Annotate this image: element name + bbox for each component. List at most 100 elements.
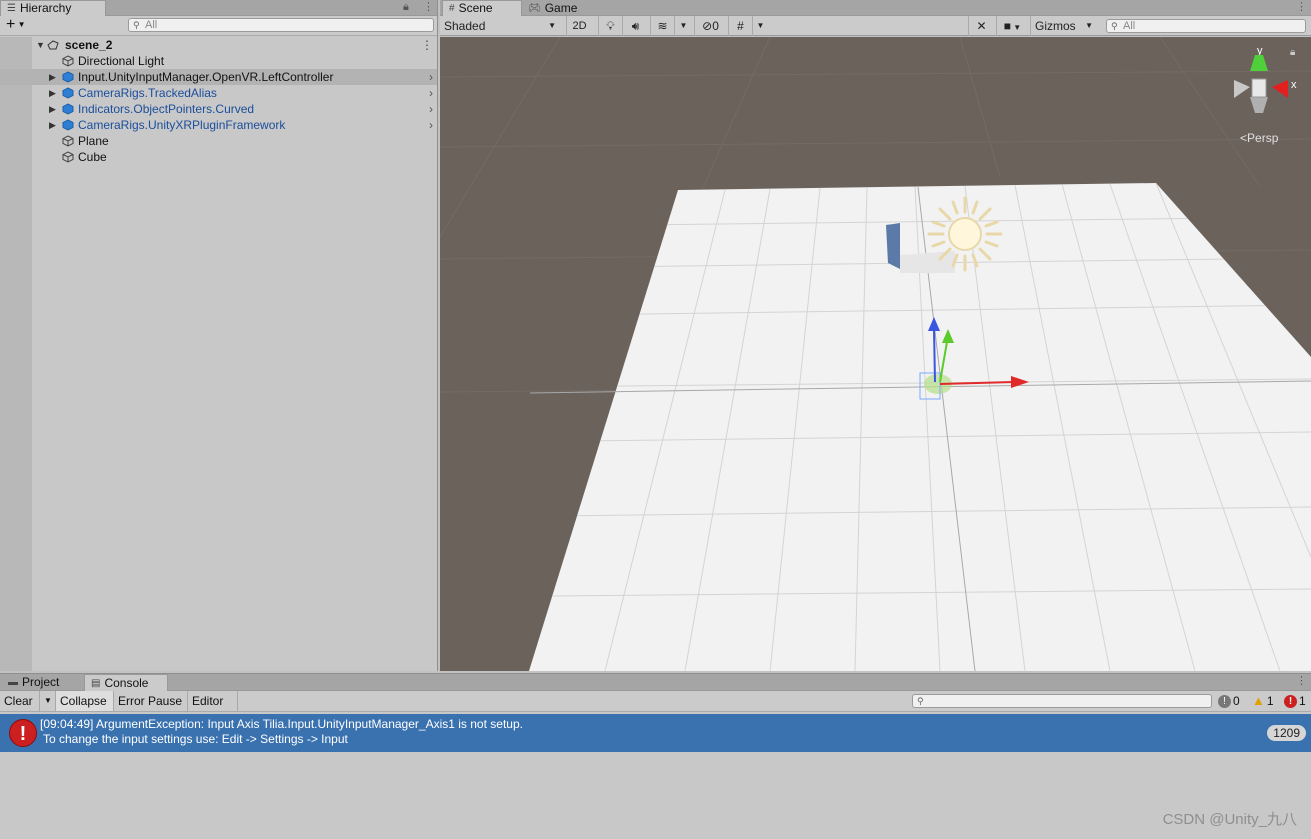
hierarchy-item[interactable]: Directional Light	[0, 53, 437, 69]
effects-dropdown[interactable]: ▼	[674, 16, 692, 36]
console-log-entry[interactable]: ! [09:04:49] ArgumentException: Input Ax…	[0, 714, 1311, 752]
hierarchy-tree: ▼ scene_2 ⋮ Directional Light ▶ Input.Un…	[0, 37, 437, 671]
hierarchy-item-label: Directional Light	[78, 54, 165, 68]
error-pause-label: Error Pause	[118, 694, 183, 708]
error-filter-toggle[interactable]: ! 1	[1284, 693, 1306, 709]
scene-viewport[interactable]: y x <Persp 🔒︎	[440, 37, 1311, 671]
tab-scene[interactable]: # Scene	[442, 0, 522, 16]
tab-hierarchy[interactable]: ☰ Hierarchy	[0, 0, 106, 16]
lock-icon[interactable]: 🔒︎	[403, 0, 409, 16]
tab-console[interactable]: ▤ Console	[84, 674, 168, 691]
camera-button[interactable]: ■ ▼	[996, 16, 1028, 36]
sun-icon[interactable]	[927, 196, 1003, 272]
grid-toggle-button[interactable]: #	[728, 16, 752, 36]
hierarchy-item[interactable]: Cube	[0, 149, 437, 165]
search-icon: ⚲	[917, 696, 924, 706]
tools-button[interactable]: ✕	[968, 16, 994, 36]
prefab-icon	[62, 103, 74, 115]
hierarchy-item-label: Input.UnityInputManager.OpenVR.LeftContr…	[78, 70, 334, 84]
lock-icon[interactable]: 🔒︎	[1290, 47, 1295, 58]
projection-toggle[interactable]: <Persp	[1240, 131, 1278, 145]
expand-arrow-icon[interactable]: ▶	[49, 85, 56, 101]
chevron-right-icon[interactable]: ›	[429, 101, 433, 117]
gizmos-dropdown[interactable]: Gizmos ▼	[1030, 16, 1096, 36]
log-message: [09:04:49] ArgumentException: Input Axis…	[40, 717, 523, 731]
audio-toggle-button[interactable]: 🔊︎	[622, 16, 648, 36]
speaker-icon: 🔊︎	[631, 19, 640, 33]
hierarchy-search-input[interactable]: ⚲ All	[128, 18, 434, 32]
hidden-objects-toggle[interactable]: ⊘0	[694, 16, 726, 36]
hierarchy-toolbar: + ▼ ⚲ All	[0, 16, 437, 36]
search-placeholder: All	[1123, 20, 1136, 32]
gameobject-icon	[62, 135, 74, 147]
layers-icon: ≋	[657, 19, 668, 33]
chevron-right-icon[interactable]: ›	[429, 117, 433, 133]
grid-icon: #	[449, 3, 455, 14]
expand-arrow-icon[interactable]: ▶	[49, 117, 56, 133]
gameobject-icon	[62, 151, 74, 163]
hierarchy-item[interactable]: ▶ CameraRigs.UnityXRPluginFramework ›	[0, 117, 437, 133]
unity-scene-icon	[47, 40, 59, 50]
info-count: 0	[1233, 694, 1240, 708]
chevron-down-icon: ▼	[548, 21, 556, 30]
chevron-right-icon[interactable]: ›	[429, 85, 433, 101]
chevron-right-icon[interactable]: ›	[429, 69, 433, 85]
expand-arrow-icon[interactable]: ▶	[49, 101, 56, 117]
tab-project-label: Project	[22, 674, 60, 689]
2d-toggle-button[interactable]: 2D	[566, 16, 592, 36]
add-button[interactable]: + ▼	[6, 17, 25, 33]
error-pause-toggle[interactable]: Error Pause	[114, 691, 188, 711]
clear-label: Clear	[4, 694, 33, 708]
axis-cube-icon[interactable]	[1230, 51, 1300, 131]
hierarchy-item-label: Indicators.ObjectPointers.Curved	[78, 102, 255, 116]
tab-game[interactable]: 🎮︎ Game	[522, 0, 592, 16]
error-icon: !	[9, 719, 37, 747]
scene-name: scene_2	[65, 38, 113, 52]
chevron-down-icon: ▼	[1011, 23, 1022, 32]
shading-mode-value: Shaded	[444, 19, 486, 33]
scene-more-icon[interactable]: ⋮	[421, 37, 433, 53]
chevron-down-icon: ▼	[44, 696, 52, 705]
more-menu-icon[interactable]: ⋮	[423, 0, 434, 16]
effects-button[interactable]: ≋	[650, 16, 674, 36]
chevron-down-icon: ▼	[756, 21, 765, 30]
y-axis-handle[interactable]	[933, 328, 936, 383]
camera-icon: ■	[1003, 19, 1012, 33]
orientation-gizmo[interactable]: y x <Persp	[1230, 45, 1300, 145]
hierarchy-item[interactable]: ▶ CameraRigs.TrackedAlias ›	[0, 85, 437, 101]
expand-arrow-icon[interactable]: ▶	[49, 69, 56, 85]
collapse-toggle[interactable]: Collapse	[56, 691, 114, 711]
expand-arrow-icon[interactable]: ▼	[36, 37, 45, 53]
clear-button[interactable]: Clear	[0, 691, 40, 711]
console-toolbar: Clear ▼ Collapse Error Pause Editor ▼ ⚲ …	[0, 691, 1311, 729]
shading-mode-dropdown[interactable]: Shaded ▼	[440, 16, 560, 36]
gamepad-icon: 🎮︎	[528, 2, 541, 14]
scene-render[interactable]	[440, 37, 1311, 671]
editor-label: Editor	[192, 694, 224, 708]
scene-search-input[interactable]: ⚲ All	[1106, 19, 1306, 33]
console-search-input[interactable]: ⚲	[912, 694, 1212, 708]
more-menu-icon[interactable]: ⋮	[1296, 674, 1307, 690]
warning-count: 1	[1266, 694, 1274, 708]
hierarchy-item[interactable]: ▶ Indicators.ObjectPointers.Curved ›	[0, 101, 437, 117]
clear-options-dropdown[interactable]: ▼	[40, 691, 56, 711]
hierarchy-item[interactable]: ▶ Input.UnityInputManager.OpenVR.LeftCon…	[0, 69, 437, 85]
log-collapse-count: 1209	[1267, 725, 1306, 741]
gizmos-label: Gizmos	[1035, 19, 1076, 33]
editor-dropdown[interactable]: Editor ▼	[188, 691, 238, 729]
watermark-text: CSDN @Unity_九八	[1162, 811, 1297, 828]
grid-dropdown[interactable]: ▼	[752, 16, 768, 36]
hierarchy-item-label: Plane	[78, 134, 109, 148]
lighting-toggle-button[interactable]: 💡︎	[598, 16, 622, 36]
warning-filter-toggle[interactable]: ▲ 1	[1252, 693, 1274, 709]
search-icon: ⚲	[1111, 21, 1118, 31]
info-filter-toggle[interactable]: ! 0	[1218, 693, 1240, 709]
hierarchy-panel: ☰ Hierarchy 🔒︎ ⋮ + ▼ ⚲ All ▼ scene_2 ⋮ D…	[0, 0, 438, 671]
gameobject-icon	[62, 55, 74, 67]
hierarchy-item[interactable]: Plane	[0, 133, 437, 149]
scene-row[interactable]: ▼ scene_2 ⋮	[0, 37, 437, 53]
tab-project[interactable]: ▬ Project	[2, 674, 82, 690]
more-menu-icon[interactable]: ⋮	[1296, 0, 1307, 16]
tab-scene-label: Scene	[458, 1, 493, 15]
tools-icon: ✕	[976, 19, 987, 33]
